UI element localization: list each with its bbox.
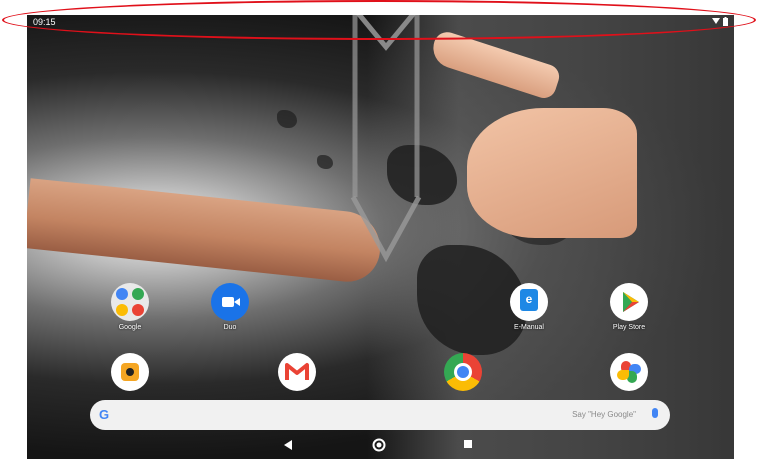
app-google[interactable]: Google [100,283,160,331]
back-icon[interactable] [283,439,293,451]
wallpaper-logo-icon [350,15,422,263]
highlight-ellipse [2,0,756,40]
music-icon [111,353,149,391]
app-gmail[interactable] [267,353,327,394]
app-chrome[interactable] [433,353,493,394]
app-emanual[interactable]: e E-Manual [499,283,559,331]
photos-icon [610,353,648,391]
chrome-icon [444,353,482,391]
recents-icon[interactable] [463,439,473,449]
wallpaper-rock [277,110,297,128]
google-logo-icon: G [99,407,110,422]
play-store-icon [610,283,648,321]
google-search-bar[interactable]: G Say "Hey Google" [90,400,670,430]
duo-icon [211,283,249,321]
home-screen: 09:15 Google Duo e E-Manual Play Store G… [27,15,734,459]
emanual-icon: e [510,283,548,321]
search-hint: Say "Hey Google" [572,410,636,419]
app-play-store[interactable]: Play Store [599,283,659,331]
wallpaper-arm [27,178,384,285]
wallpaper-hand [428,28,637,248]
google-folder-icon [111,283,149,321]
app-music[interactable] [100,353,160,394]
app-duo[interactable]: Duo [200,283,260,331]
app-photos[interactable] [599,353,659,394]
app-label: Google [118,324,142,331]
navigation-bar [27,433,734,459]
wallpaper-rock [317,155,333,169]
gmail-icon [278,353,316,391]
microphone-icon[interactable] [652,408,658,418]
app-label: Play Store [612,324,646,331]
home-icon[interactable] [372,438,386,452]
app-label: E-Manual [514,324,544,331]
app-label: Duo [223,324,237,331]
